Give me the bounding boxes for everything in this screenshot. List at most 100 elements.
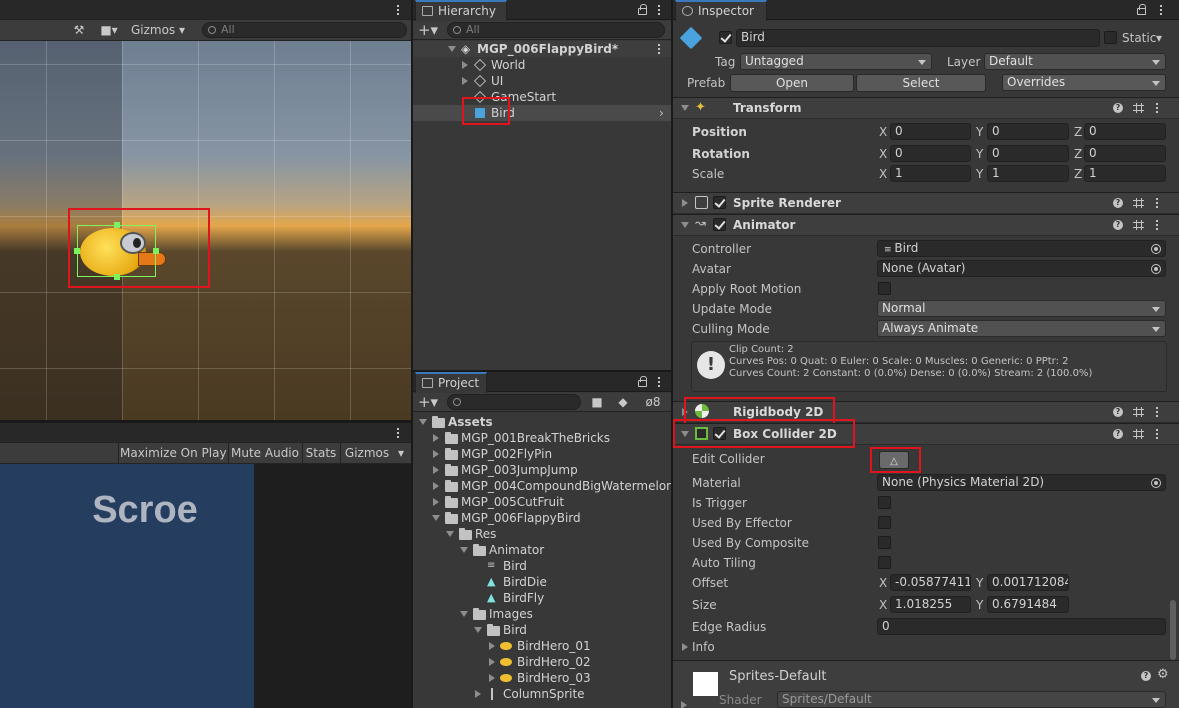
expand-arrow-icon[interactable]: [489, 642, 495, 650]
axis-x-label[interactable]: X: [879, 576, 887, 590]
component-more-icon[interactable]: [1155, 219, 1159, 231]
prefab-overrides-dropdown[interactable]: Overrides: [1002, 74, 1166, 91]
expand-arrow-icon[interactable]: [433, 434, 439, 442]
apply-root-motion-checkbox[interactable]: [878, 282, 891, 295]
maximize-on-play-toggle[interactable]: Maximize On Play: [120, 443, 227, 463]
project-folder[interactable]: MGP_005CutFruit: [413, 494, 671, 510]
object-name-field[interactable]: Bird: [736, 29, 1100, 47]
lock-icon[interactable]: [638, 376, 647, 387]
mute-audio-toggle[interactable]: Mute Audio: [230, 443, 300, 463]
scene-gizmos-dropdown[interactable]: Gizmos ▾: [128, 20, 188, 40]
expand-arrow-icon[interactable]: [681, 431, 689, 437]
component-more-icon[interactable]: [1155, 197, 1159, 209]
material-field[interactable]: None (Physics Material 2D): [877, 474, 1166, 491]
animator-enabled-checkbox[interactable]: [713, 218, 726, 231]
animator-header[interactable]: ↝ Animator ?: [673, 214, 1179, 236]
size-x-field[interactable]: 1.018255: [890, 596, 971, 613]
filter-by-type-icon[interactable]: ■: [589, 393, 605, 411]
expand-arrow-icon[interactable]: [474, 627, 482, 633]
help-icon[interactable]: ?: [1113, 407, 1123, 417]
is-trigger-checkbox[interactable]: [878, 496, 891, 509]
expand-arrow-icon[interactable]: [681, 222, 689, 228]
axis-x-label[interactable]: X: [879, 167, 887, 181]
transform-header[interactable]: ✦ Transform ?: [673, 97, 1179, 119]
project-folder[interactable]: Images: [413, 606, 671, 622]
filter-by-label-icon[interactable]: ◆: [615, 393, 631, 411]
size-y-field[interactable]: 0.6791484: [987, 596, 1069, 613]
project-folder[interactable]: Res: [413, 526, 671, 542]
component-more-icon[interactable]: [1155, 102, 1159, 114]
hierarchy-item-bird[interactable]: Bird ›: [413, 105, 671, 121]
edge-radius-field[interactable]: 0: [877, 618, 1166, 635]
scale-z-field[interactable]: 1: [1084, 165, 1166, 182]
used-by-composite-checkbox[interactable]: [878, 536, 891, 549]
object-picker-icon[interactable]: [1151, 478, 1161, 488]
project-more-icon[interactable]: [657, 376, 661, 388]
project-asset[interactable]: ≡ Bird: [413, 558, 671, 574]
axis-x-label[interactable]: X: [879, 125, 887, 139]
expand-arrow-icon[interactable]: [433, 498, 439, 506]
rotation-z-field[interactable]: 0: [1084, 145, 1166, 162]
expand-arrow-icon[interactable]: [475, 690, 481, 698]
scene-more-icon[interactable]: [396, 4, 400, 16]
chevron-down-icon[interactable]: ▾: [1156, 31, 1162, 45]
expand-arrow-icon[interactable]: [432, 515, 440, 521]
shader-dropdown[interactable]: Sprites/Default: [777, 691, 1166, 708]
hierarchy-more-icon[interactable]: [657, 4, 661, 16]
static-checkbox[interactable]: [1104, 31, 1117, 44]
rotation-x-field[interactable]: 0: [890, 145, 971, 162]
presets-icon[interactable]: [1133, 103, 1144, 113]
position-x-field[interactable]: 0: [890, 123, 971, 140]
box-collider-enabled-checkbox[interactable]: [713, 427, 726, 440]
lock-icon[interactable]: [638, 4, 647, 15]
presets-icon[interactable]: [1133, 407, 1144, 417]
box-collider2d-header[interactable]: Box Collider 2D ?: [673, 423, 1179, 445]
project-asset[interactable]: ColumnSprite: [413, 686, 671, 702]
collider-handle[interactable]: [114, 222, 120, 228]
prefab-select-button[interactable]: Select: [856, 74, 986, 92]
edit-collider-button[interactable]: △: [879, 451, 909, 469]
scale-x-field[interactable]: 1: [890, 165, 971, 182]
expand-arrow-icon[interactable]: [448, 46, 456, 52]
project-search-input[interactable]: [447, 394, 581, 410]
active-checkbox[interactable]: [719, 31, 732, 44]
collider-bounds[interactable]: [77, 225, 156, 277]
project-folder-assets[interactable]: Assets: [413, 414, 671, 430]
expand-arrow-icon[interactable]: [681, 105, 689, 111]
static-label[interactable]: Static: [1122, 31, 1156, 45]
offset-y-field[interactable]: 0.001712084: [987, 574, 1069, 591]
expand-arrow-icon[interactable]: [681, 701, 687, 708]
expand-arrow-icon[interactable]: [462, 61, 468, 69]
create-button[interactable]: +▾: [417, 21, 439, 39]
help-icon[interactable]: ?: [1113, 198, 1123, 208]
project-asset[interactable]: ▲ BirdDie: [413, 574, 671, 590]
auto-tiling-checkbox[interactable]: [878, 556, 891, 569]
layer-dropdown[interactable]: Default: [984, 53, 1166, 70]
game-more-icon[interactable]: [396, 427, 400, 439]
presets-icon[interactable]: [1133, 220, 1144, 230]
project-folder[interactable]: Bird: [413, 622, 671, 638]
gear-icon[interactable]: ⚙: [1157, 667, 1169, 682]
expand-arrow-icon[interactable]: [489, 658, 495, 666]
axis-y-label[interactable]: Y: [976, 147, 983, 161]
update-mode-dropdown[interactable]: Normal: [877, 300, 1166, 317]
expand-arrow-icon[interactable]: [489, 674, 495, 682]
expand-arrow-icon[interactable]: [460, 611, 468, 617]
collider-handle[interactable]: [114, 274, 120, 280]
scene-row[interactable]: ◈ MGP_006FlappyBird*: [413, 41, 671, 57]
project-folder[interactable]: MGP_006FlappyBird: [413, 510, 671, 526]
tab-hierarchy[interactable]: Hierarchy: [415, 0, 507, 21]
axis-y-label[interactable]: Y: [976, 125, 983, 139]
expand-arrow-icon[interactable]: [462, 77, 468, 85]
sprite-renderer-header[interactable]: Sprite Renderer ?: [673, 192, 1179, 214]
controller-field[interactable]: ≡ Bird: [877, 240, 1166, 257]
object-picker-icon[interactable]: [1151, 264, 1161, 274]
project-folder[interactable]: MGP_001BreakTheBricks: [413, 430, 671, 446]
expand-arrow-icon[interactable]: [433, 466, 439, 474]
expand-arrow-icon[interactable]: [460, 547, 468, 553]
tools-icon[interactable]: ⚒: [70, 20, 88, 40]
tab-project[interactable]: Project: [415, 372, 487, 393]
game-gizmos-toggle[interactable]: Gizmos: [342, 443, 392, 463]
lock-icon[interactable]: [1137, 4, 1146, 15]
tab-inspector[interactable]: Inspector: [675, 0, 767, 21]
